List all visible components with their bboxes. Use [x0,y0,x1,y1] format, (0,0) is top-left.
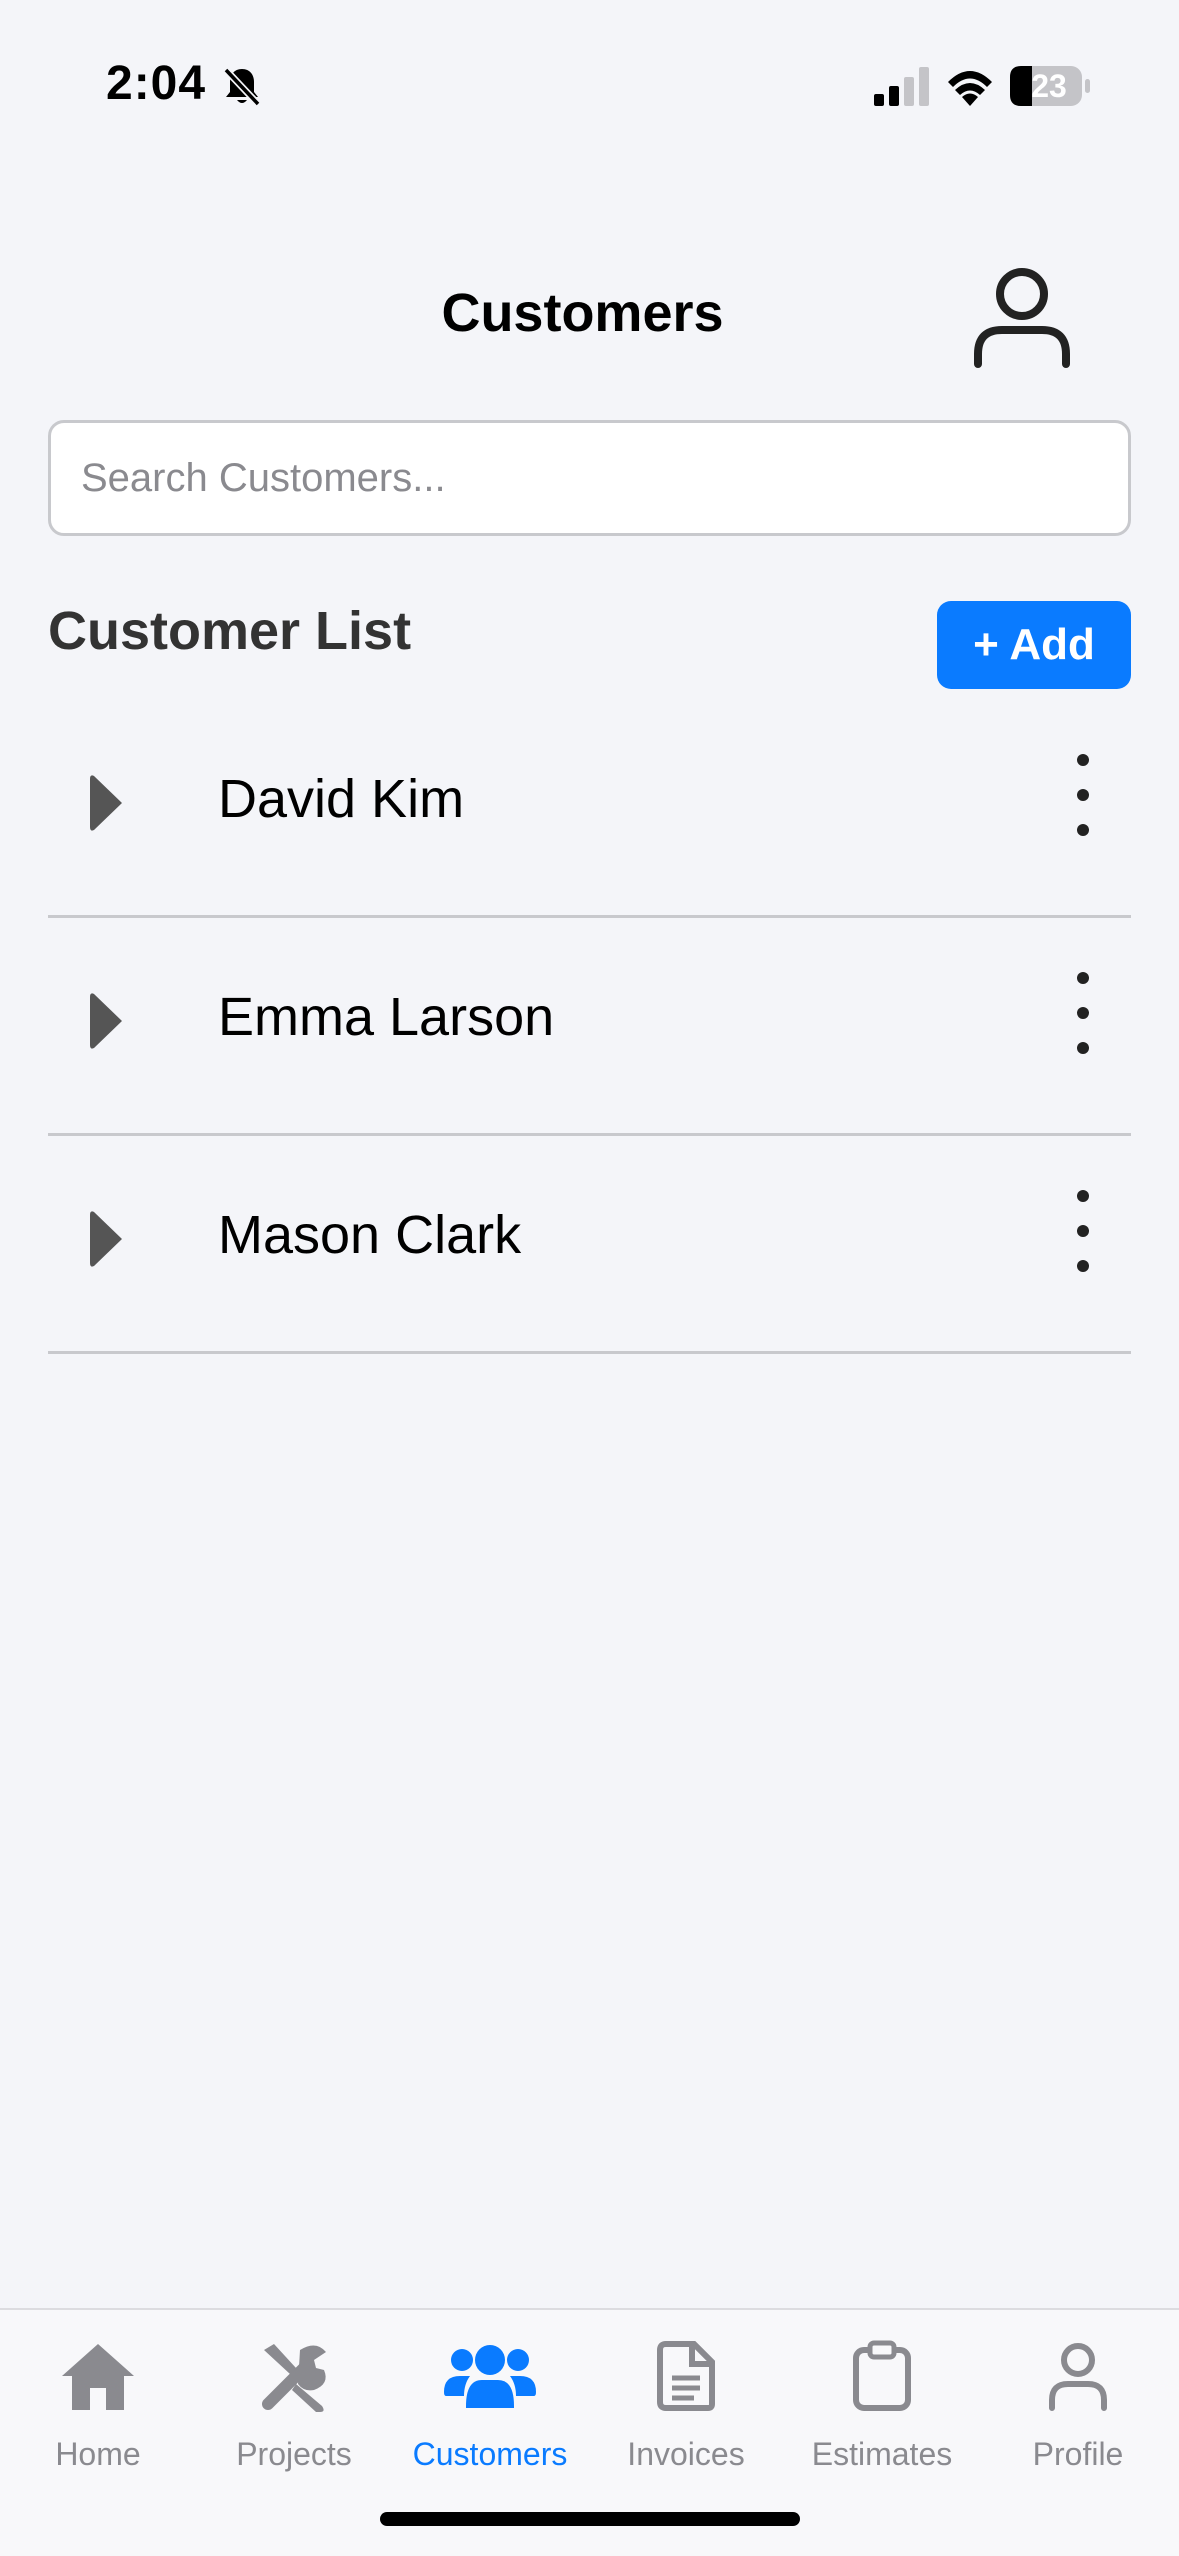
list-item[interactable]: Mason Clark [48,1136,1131,1354]
bell-off-icon [223,67,261,107]
more-vertical-icon[interactable] [1068,750,1098,840]
tab-label: Invoices [627,2436,745,2472]
tab-label: Home [55,2436,141,2472]
tab-projects[interactable]: Projects [196,2332,392,2482]
user-icon [1049,2343,1107,2411]
tab-estimates[interactable]: Estimates [784,2332,980,2482]
tab-label: Projects [236,2436,352,2472]
tools-icon [262,2344,326,2412]
caret-right-icon[interactable] [86,772,126,834]
home-indicator[interactable] [380,2512,800,2526]
cellular-signal-icon [874,67,929,106]
clipboard-icon [853,2340,911,2411]
tab-label: Customers [412,2436,568,2472]
more-vertical-icon[interactable] [1068,1186,1098,1276]
list-item[interactable]: David Kim [48,700,1131,918]
tab-profile[interactable]: Profile [980,2332,1176,2482]
screen: 2:04 23 Customers Cu [0,0,1179,2556]
customer-name: David Kim [218,769,465,829]
users-icon [444,2345,536,2408]
document-icon [657,2341,715,2411]
section-title: Customer List [48,601,412,661]
tab-label: Profile [1032,2436,1124,2472]
home-icon [62,2344,134,2410]
tab-invoices[interactable]: Invoices [588,2332,784,2482]
customer-name: Emma Larson [218,987,555,1047]
search-input[interactable] [48,420,1131,536]
caret-right-icon[interactable] [86,1208,126,1270]
caret-right-icon[interactable] [86,990,126,1052]
tab-label: Estimates [811,2436,953,2472]
list-item[interactable]: Emma Larson [48,918,1131,1136]
more-vertical-icon[interactable] [1068,968,1098,1058]
customer-list: David Kim Emma Larson Mason Clark [48,700,1131,1354]
user-icon[interactable] [970,260,1074,370]
customer-name: Mason Clark [218,1205,522,1265]
battery-level: 23 [1031,68,1067,104]
tab-customers[interactable]: Customers [392,2332,588,2482]
status-time: 2:04 [106,57,207,110]
add-customer-button[interactable]: + Add [937,601,1131,689]
tab-home[interactable]: Home [0,2332,196,2482]
wifi-icon [948,71,992,106]
status-bar: 2:04 23 [0,0,1179,175]
